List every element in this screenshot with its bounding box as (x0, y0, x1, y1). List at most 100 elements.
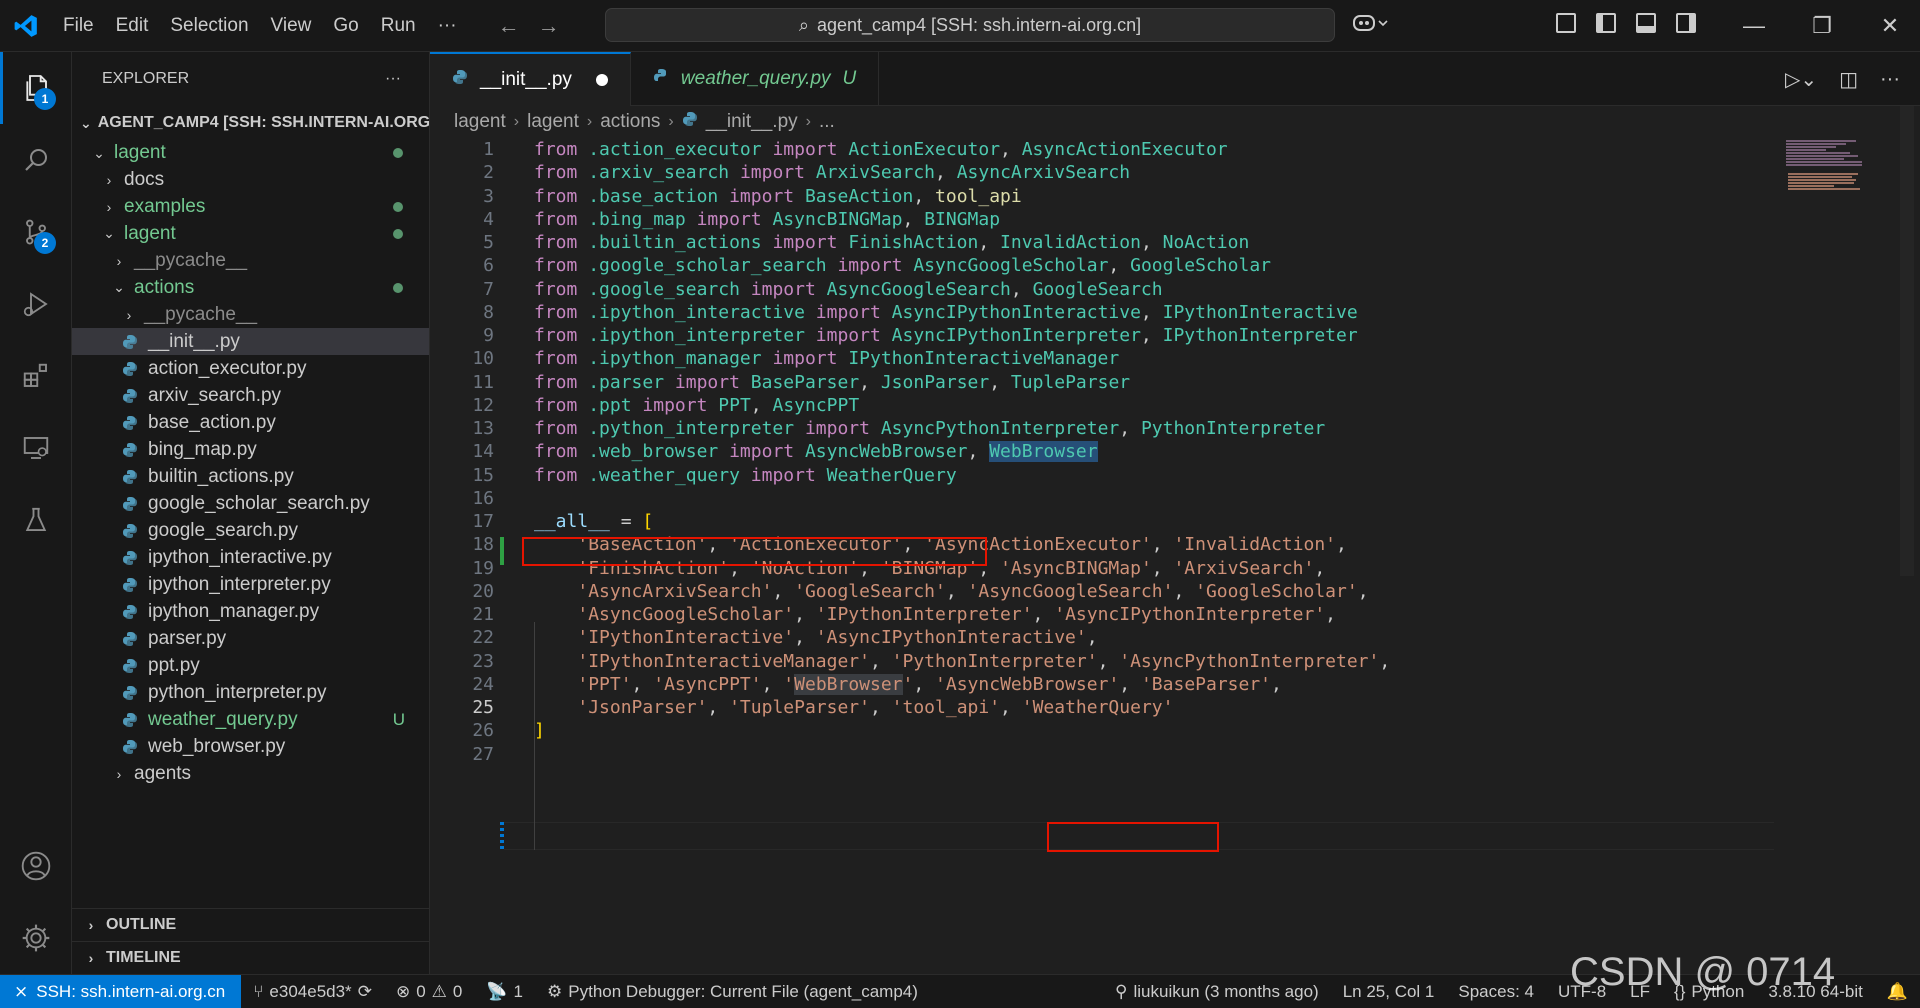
sync-icon[interactable]: ⟳ (358, 982, 372, 1002)
git-branch[interactable]: ⑂ e304e5d3* ⟳ (241, 982, 384, 1002)
folder-item[interactable]: › docs (72, 166, 429, 193)
code-line[interactable]: 6 from .google_scholar_search import Asyn… (430, 254, 1775, 277)
code-line[interactable]: 24 'PPT', 'AsyncPPT', 'WebBrowser', 'Asy… (430, 673, 1775, 696)
code-editor[interactable]: 1 from .action_executor import ActionExec… (430, 138, 1775, 766)
close-icon[interactable]: ✕ (1856, 0, 1920, 52)
folder-item[interactable]: › __pycache__ (72, 301, 429, 328)
minimize-icon[interactable]: — (1720, 0, 1788, 52)
menu-item[interactable]: Run (370, 0, 427, 52)
breadcrumb-item[interactable]: ... (819, 111, 835, 133)
file-item[interactable]: action_executor.py (72, 355, 429, 382)
search-icon[interactable] (0, 124, 72, 196)
code-line[interactable]: 1 from .action_executor import ActionExec… (430, 138, 1775, 161)
code-line[interactable]: 11 from .parser import BaseParser, JsonPa… (430, 371, 1775, 394)
file-item[interactable]: ipython_interpreter.py (72, 571, 429, 598)
breadcrumb-item[interactable]: lagent (454, 111, 506, 133)
code-line[interactable]: 20 'AsyncArxivSearch', 'GoogleSearch', '… (430, 580, 1775, 603)
folder-item[interactable]: › examples (72, 193, 429, 220)
workspace-root[interactable]: ⌄ AGENT_CAMP4 [SSH: SSH.INTERN-AI.ORG...… (72, 106, 429, 140)
tab-weather-query-py[interactable]: weather_query.py U (631, 52, 880, 106)
code-line[interactable]: 23 'IPythonInteractiveManager', 'PythonI… (430, 650, 1775, 673)
explorer-more-icon[interactable]: ··· (385, 70, 401, 88)
indentation[interactable]: Spaces: 4 (1446, 982, 1546, 1002)
settings-gear-icon[interactable] (0, 902, 72, 974)
git-blame[interactable]: ⚲ liukuikun (3 months ago) (1103, 982, 1331, 1002)
unsaved-dot-icon[interactable] (595, 74, 608, 86)
menu-item[interactable]: ··· (427, 0, 468, 52)
file-item[interactable]: bing_map.py (72, 436, 429, 463)
file-item[interactable]: ppt.py (72, 652, 429, 679)
testing-icon[interactable] (0, 484, 72, 556)
file-item[interactable]: google_search.py (72, 517, 429, 544)
notifications-bell-icon[interactable]: 🔔 (1875, 982, 1920, 1002)
source-control-icon[interactable]: 2 (0, 196, 72, 268)
file-item[interactable]: ipython_interactive.py (72, 544, 429, 571)
problems-indicator[interactable]: ⊗ 0 ⚠ 0 (384, 982, 474, 1002)
code-line[interactable]: 25 'JsonParser', 'TupleParser', 'tool_ap… (430, 696, 1775, 719)
file-item[interactable]: builtin_actions.py (72, 463, 429, 490)
file-item[interactable]: parser.py (72, 625, 429, 652)
explorer-icon[interactable]: 1 (0, 52, 72, 124)
cursor-position[interactable]: Ln 25, Col 1 (1331, 982, 1447, 1002)
run-debug-icon[interactable] (0, 268, 72, 340)
folder-item[interactable]: › agents (72, 760, 429, 787)
minimap[interactable] (1778, 138, 1900, 258)
code-line[interactable]: 4 from .bing_map import AsyncBINGMap, BIN… (430, 208, 1775, 231)
menu-item[interactable]: File (52, 0, 105, 52)
restore-icon[interactable]: ❐ (1788, 0, 1856, 52)
outline-section[interactable]: › OUTLINE (72, 908, 429, 941)
more-actions-icon[interactable]: ··· (1880, 68, 1900, 91)
folder-item[interactable]: › __pycache__ (72, 247, 429, 274)
copilot-icon[interactable] (1352, 12, 1390, 39)
file-item[interactable]: __init__.py (72, 328, 429, 355)
timeline-section[interactable]: › TIMELINE (72, 941, 429, 974)
command-center-search[interactable]: ⌕ agent_camp4 [SSH: ssh.intern-ai.org.cn… (605, 8, 1335, 42)
code-line[interactable]: 2 from .arxiv_search import ArxivSearch, … (430, 161, 1775, 184)
code-line[interactable]: 5 from .builtin_actions import FinishActi… (430, 231, 1775, 254)
remote-indicator[interactable]: ⨯ SSH: ssh.intern-ai.org.cn (0, 974, 242, 1008)
run-file-icon[interactable]: ▷⌄ (1785, 67, 1817, 92)
code-line[interactable]: 14 from .web_browser import AsyncWebBrows… (430, 440, 1775, 463)
file-item[interactable]: weather_query.py U (72, 706, 429, 733)
breadcrumb-item[interactable]: lagent (527, 111, 579, 133)
breadcrumb-item[interactable]: actions (600, 111, 660, 133)
toggle-secondary-sidebar-icon[interactable] (1676, 13, 1696, 33)
file-item[interactable]: web_browser.py (72, 733, 429, 760)
debug-config[interactable]: ⚙ Python Debugger: Current File (agent_c… (535, 982, 930, 1002)
ports-indicator[interactable]: 📡 1 (474, 982, 535, 1002)
code-line[interactable]: 16 (430, 487, 1775, 510)
toggle-primary-sidebar-icon[interactable] (1596, 13, 1616, 33)
menu-item[interactable]: Selection (159, 0, 259, 52)
file-item[interactable]: ipython_manager.py (72, 598, 429, 625)
code-line[interactable]: 3 from .base_action import BaseAction, to… (430, 185, 1775, 208)
code-line[interactable]: 27 (430, 743, 1775, 766)
code-line[interactable]: 10 from .ipython_manager import IPythonIn… (430, 347, 1775, 370)
code-line[interactable]: 21 'AsyncGoogleScholar', 'IPythonInterpr… (430, 603, 1775, 626)
split-editor-icon[interactable]: ◫ (1839, 67, 1858, 92)
forward-arrow-icon[interactable]: → (538, 13, 560, 39)
file-item[interactable]: google_scholar_search.py (72, 490, 429, 517)
menu-item[interactable]: Go (322, 0, 369, 52)
extensions-icon[interactable] (0, 340, 72, 412)
folder-item[interactable]: ⌄ lagent (72, 220, 429, 247)
customize-layout-icon[interactable] (1556, 13, 1576, 33)
folder-item[interactable]: ⌄ lagent (72, 140, 429, 166)
remote-explorer-icon[interactable] (0, 412, 72, 484)
accounts-icon[interactable] (0, 830, 72, 902)
toggle-panel-icon[interactable] (1636, 13, 1656, 33)
code-line[interactable]: 13 from .python_interpreter import AsyncP… (430, 417, 1775, 440)
editor-scrollbar[interactable] (1900, 106, 1914, 576)
code-line[interactable]: 8 from .ipython_interactive import AsyncI… (430, 301, 1775, 324)
file-item[interactable]: python_interpreter.py (72, 679, 429, 706)
code-line[interactable]: 12 from .ppt import PPT, AsyncPPT (430, 394, 1775, 417)
code-line[interactable]: 26] (430, 719, 1775, 742)
code-line[interactable]: 22 'IPythonInteractive', 'AsyncIPythonIn… (430, 626, 1775, 649)
menu-item[interactable]: View (260, 0, 323, 52)
file-item[interactable]: base_action.py (72, 409, 429, 436)
code-line[interactable]: 7 from .google_search import AsyncGoogleS… (430, 278, 1775, 301)
folder-item[interactable]: ⌄ actions (72, 274, 429, 301)
code-line[interactable]: 9 from .ipython_interpreter import AsyncI… (430, 324, 1775, 347)
breadcrumb-item[interactable]: __init__.py (706, 111, 798, 133)
code-line[interactable]: 17 __all__ = [ (430, 510, 1775, 533)
code-line[interactable]: 15 from .weather_query import WeatherQuer… (430, 464, 1775, 487)
